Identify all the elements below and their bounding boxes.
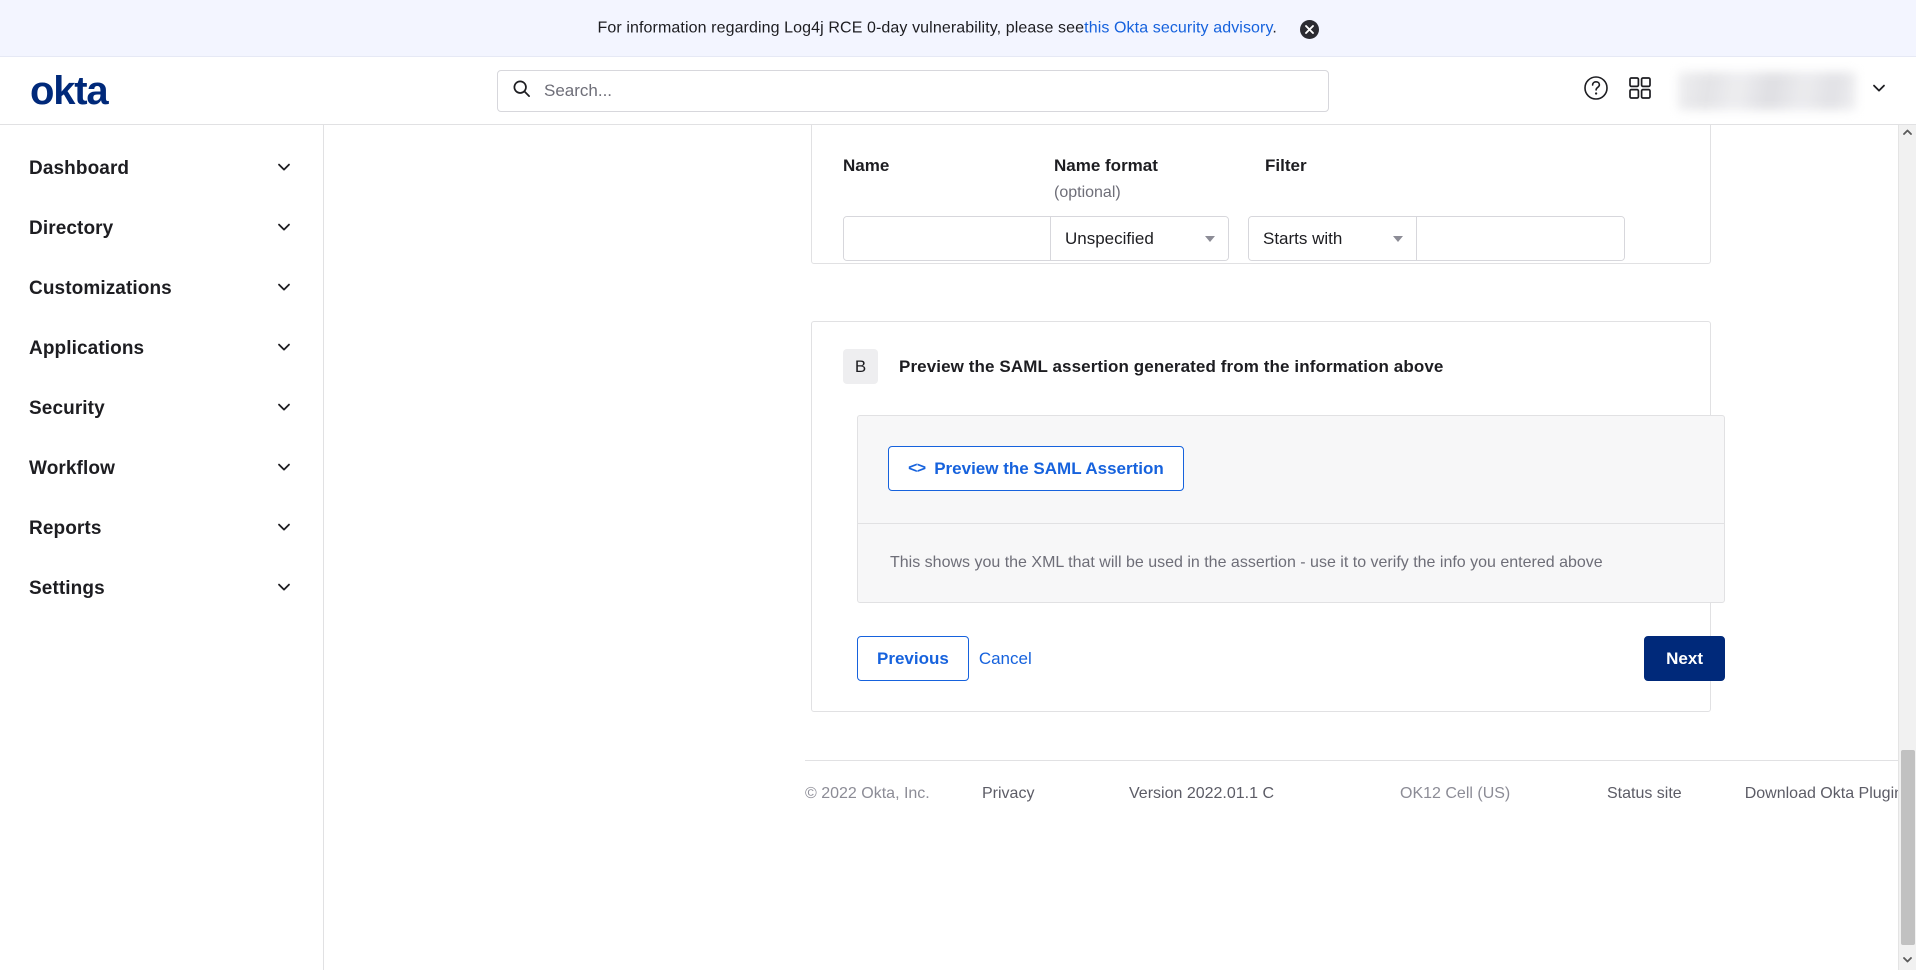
cancel-button[interactable]: Cancel — [969, 636, 1042, 681]
search-input[interactable] — [542, 80, 1314, 102]
global-search — [497, 70, 1329, 112]
notification-banner: For information regarding Log4j RCE 0-da… — [0, 0, 1916, 57]
column-header-name: Name — [843, 156, 1054, 202]
page-footer: © 2022 Okta, Inc. Privacy Version 2022.0… — [805, 760, 1916, 803]
attribute-statements-table: Name Name format (optional) Filter — [812, 125, 1710, 261]
top-header: okta — [0, 57, 1916, 125]
preview-saml-assertion-button[interactable]: <> Preview the SAML Assertion — [888, 446, 1184, 491]
apps-menu-button[interactable] — [1618, 69, 1662, 113]
filter-type-selected-value: Starts with — [1263, 229, 1342, 249]
help-button[interactable] — [1574, 69, 1618, 113]
footer-status-site-link[interactable]: Status site — [1607, 785, 1682, 803]
attribute-name-input[interactable] — [844, 217, 1050, 260]
sidebar-navigation: Dashboard Directory Customizations Appli… — [0, 125, 324, 970]
close-icon[interactable] — [1300, 20, 1319, 39]
okta-security-advisory-link[interactable]: this Okta security advisory — [1084, 19, 1272, 36]
sidebar-item-settings[interactable]: Settings — [0, 559, 323, 619]
name-format-select[interactable]: Unspecified — [1051, 217, 1228, 260]
filter-value-input[interactable] — [1417, 217, 1624, 260]
next-button[interactable]: Next — [1644, 636, 1725, 681]
search-icon — [512, 79, 531, 103]
chevron-down-icon — [1870, 79, 1888, 102]
filter-type-select[interactable]: Starts with — [1249, 217, 1416, 260]
sidebar-item-security[interactable]: Security — [0, 379, 323, 439]
footer-privacy-link[interactable]: Privacy — [982, 785, 1129, 803]
chevron-down-icon — [275, 218, 293, 241]
footer-cell: OK12 Cell (US) — [1400, 785, 1607, 803]
chevron-down-icon — [275, 518, 293, 541]
banner-text-after: . — [1272, 19, 1277, 36]
scroll-down-button[interactable] — [1899, 952, 1916, 970]
sidebar-item-directory[interactable]: Directory — [0, 199, 323, 259]
chevron-up-icon — [1902, 125, 1913, 143]
sidebar-item-reports[interactable]: Reports — [0, 499, 323, 559]
okta-logo-text: okta — [30, 71, 107, 111]
footer-download-plugin-link[interactable]: Download Okta Plugin — [1745, 785, 1903, 803]
code-brackets-icon: <> — [908, 460, 925, 478]
form-actions: Previous Cancel Next — [857, 636, 1725, 681]
preview-button-label: Preview the SAML Assertion — [934, 459, 1164, 479]
section-title: Preview the SAML assertion generated fro… — [899, 357, 1443, 377]
sidebar-item-label: Workflow — [29, 458, 115, 480]
name-and-format-group: Unspecified — [843, 216, 1229, 261]
sidebar-item-dashboard[interactable]: Dashboard — [0, 139, 323, 199]
sidebar-item-label: Security — [29, 398, 105, 420]
chevron-down-icon — [275, 398, 293, 421]
section-b-header: B Preview the SAML assertion generated f… — [843, 349, 1679, 384]
sidebar-item-applications[interactable]: Applications — [0, 319, 323, 379]
chevron-down-icon — [275, 458, 293, 481]
sidebar-item-label: Reports — [29, 518, 102, 540]
column-header-name-format: Name format (optional) — [1054, 156, 1265, 202]
question-circle-icon — [1582, 74, 1610, 107]
chevron-down-icon — [275, 338, 293, 361]
preview-saml-assertion-card: B Preview the SAML assertion generated f… — [811, 321, 1711, 712]
page-body: Dashboard Directory Customizations Appli… — [0, 125, 1916, 970]
banner-text-before: For information regarding Log4j RCE 0-da… — [598, 19, 1085, 36]
okta-logo[interactable]: okta — [30, 71, 132, 111]
chevron-down-icon — [275, 278, 293, 301]
section-badge: B — [843, 349, 878, 384]
attribute-statements-card: Name Name format (optional) Filter — [811, 125, 1711, 264]
attribute-table-header: Name Name format (optional) Filter — [843, 156, 1710, 202]
footer-version: Version 2022.01.1 C — [1129, 785, 1400, 803]
attribute-statement-row: Unspecified Starts with — [843, 216, 1710, 261]
scrollbar-thumb[interactable] — [1901, 750, 1915, 945]
filter-group: Starts with — [1248, 216, 1625, 261]
sidebar-item-label: Customizations — [29, 278, 172, 300]
name-format-optional-hint: (optional) — [1054, 184, 1265, 202]
search-box[interactable] — [497, 70, 1329, 112]
chevron-down-icon — [275, 158, 293, 181]
name-format-selected-value: Unspecified — [1065, 229, 1154, 249]
scroll-up-button[interactable] — [1899, 125, 1916, 143]
main-content: Name Name format (optional) Filter — [324, 125, 1916, 970]
header-actions — [1574, 69, 1888, 113]
caret-down-icon — [1205, 236, 1215, 242]
sidebar-item-label: Dashboard — [29, 158, 129, 180]
user-name-redacted — [1678, 72, 1856, 110]
sidebar-item-label: Applications — [29, 338, 144, 360]
sidebar-item-label: Settings — [29, 578, 105, 600]
preview-help-text: This shows you the XML that will be used… — [858, 524, 1724, 602]
banner-message: For information regarding Log4j RCE 0-da… — [598, 19, 1319, 38]
caret-down-icon — [1393, 236, 1403, 242]
chevron-down-icon — [1902, 952, 1913, 970]
grid-apps-icon — [1627, 75, 1653, 106]
preview-panel: <> Preview the SAML Assertion This shows… — [857, 415, 1725, 603]
preview-panel-top: <> Preview the SAML Assertion — [858, 416, 1724, 524]
vertical-scrollbar[interactable] — [1898, 125, 1916, 970]
content-inner: Name Name format (optional) Filter — [324, 125, 1889, 803]
previous-button[interactable]: Previous — [857, 636, 969, 681]
column-header-filter: Filter — [1265, 156, 1525, 202]
footer-copyright: © 2022 Okta, Inc. — [805, 785, 982, 803]
chevron-down-icon — [275, 578, 293, 601]
sidebar-item-customizations[interactable]: Customizations — [0, 259, 323, 319]
sidebar-item-workflow[interactable]: Workflow — [0, 439, 323, 499]
sidebar-item-label: Directory — [29, 218, 113, 240]
user-account-menu[interactable] — [1662, 72, 1888, 110]
add-another-wrap: Add Another — [812, 261, 1710, 264]
